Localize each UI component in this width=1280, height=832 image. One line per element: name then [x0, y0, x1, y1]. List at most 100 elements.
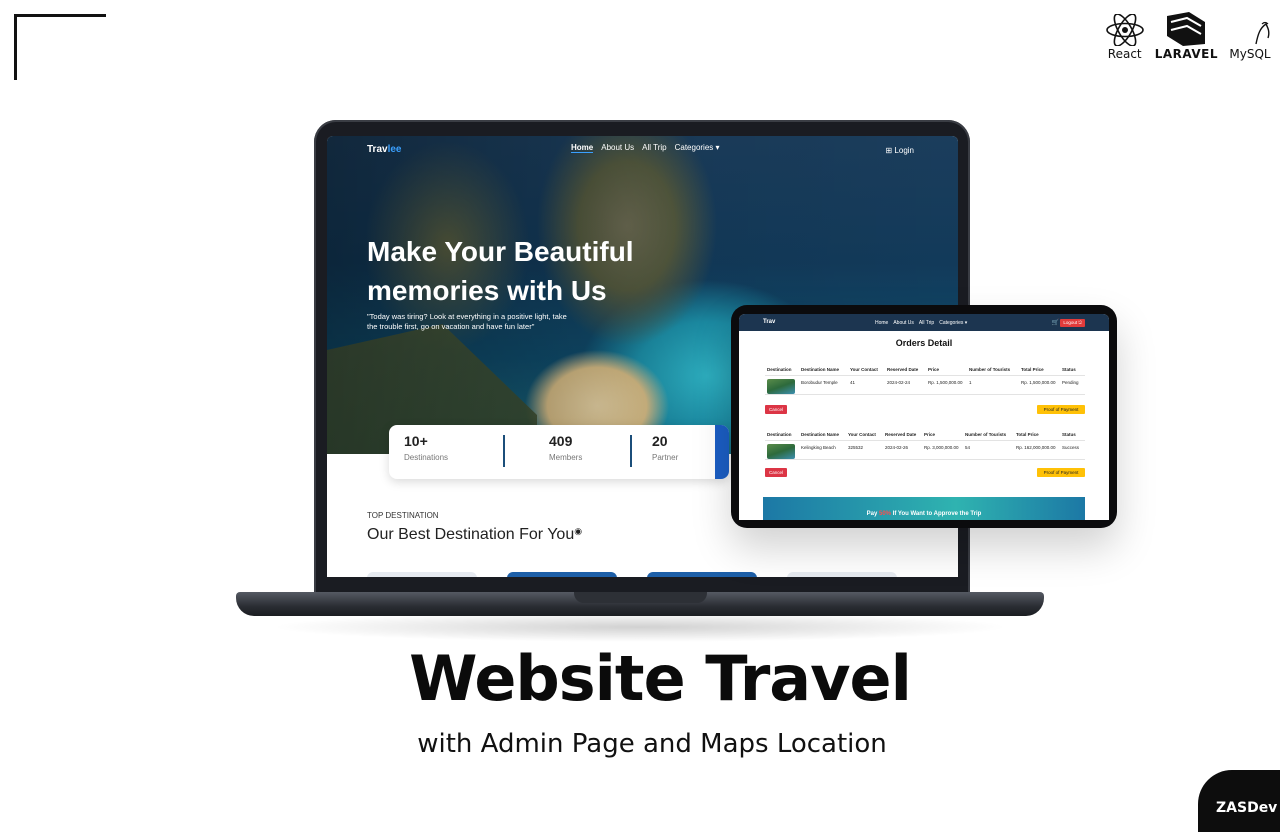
- site-navbar: Travlee Home About Us All Trip Categorie…: [327, 136, 958, 166]
- cell: Rp. 3,000,000.00: [924, 445, 959, 450]
- tablet-navbar: Trav Home About Us All Trip Categories ▾…: [739, 314, 1109, 331]
- nav-all-trip[interactable]: All Trip: [642, 143, 666, 153]
- payment-banner-text: Pay 50% If You Want to Approve the Trip: [763, 511, 1085, 517]
- tablet-nav-home[interactable]: Home: [875, 320, 888, 326]
- tablet-nav-all-trip[interactable]: All Trip: [919, 320, 934, 326]
- col-header: Reserved Date: [885, 432, 917, 437]
- cell: 1: [969, 380, 972, 385]
- proof-of-payment-button[interactable]: Proof of Payment: [1037, 468, 1085, 477]
- corner-bracket: [14, 14, 106, 80]
- promo-page: React LARAVEL MySQL Travlee Home About U…: [0, 0, 1280, 832]
- fingerprint-icon: ◉: [574, 526, 583, 536]
- col-header: Status: [1062, 367, 1076, 372]
- stat-divider: [503, 435, 505, 467]
- best-destination-text: Our Best Destination For You: [367, 526, 575, 543]
- payment-banner: Pay 50% If You Want to Approve the Trip: [763, 497, 1085, 520]
- proof-of-payment-button[interactable]: Proof of Payment: [1037, 405, 1085, 414]
- stat-destinations: 10+ Destinations: [404, 433, 448, 462]
- stats-card: 10+ Destinations 409 Members 20 Partner: [389, 425, 729, 479]
- stat-value: 409: [549, 433, 573, 449]
- col-header: Number of Tourists: [969, 367, 1011, 372]
- stat-members: 409 Members: [549, 433, 582, 462]
- stats-accent: [715, 425, 729, 479]
- stat-caption: Partner: [652, 453, 679, 462]
- cell: Kelingking Beach: [801, 445, 836, 450]
- col-header: Destination Name: [801, 367, 840, 372]
- cell: Rp. 162,000,000.00: [1016, 445, 1056, 450]
- card-peek[interactable]: [787, 572, 897, 577]
- pay-percent: 50%: [878, 511, 891, 517]
- tablet-screen: Trav Home About Us All Trip Categories ▾…: [739, 314, 1109, 520]
- stat-caption: Destinations: [404, 453, 449, 462]
- col-header: Reserved Date: [887, 367, 919, 372]
- tablet-nav-links: Home About Us All Trip Categories ▾: [875, 320, 967, 326]
- hero-title: Make Your Beautiful memories with Us: [367, 236, 634, 306]
- stat-caption: Members: [549, 453, 583, 462]
- card-peek[interactable]: [507, 572, 617, 577]
- destination-thumbnail: [767, 444, 795, 459]
- nav-home[interactable]: Home: [571, 143, 594, 153]
- nav-links: Home About Us All Trip Categories ▾: [571, 143, 720, 153]
- status-cell: Success: [1062, 445, 1080, 450]
- brand-badge-text: ZASDev: [1216, 800, 1278, 816]
- table-header: Destination Destination Name Your Contac…: [765, 365, 1085, 375]
- col-header: Status: [1062, 432, 1076, 437]
- cell: Rp. 1,500,000.00: [928, 380, 963, 385]
- nav-about[interactable]: About Us: [601, 143, 634, 153]
- tablet-brand[interactable]: Trav: [763, 319, 775, 325]
- cell: 54: [965, 445, 971, 450]
- cancel-button[interactable]: Cancel: [765, 468, 787, 477]
- react-icon: [1105, 14, 1144, 46]
- col-header: Total Price: [1016, 432, 1039, 437]
- cell: 2024-02-24: [887, 380, 911, 385]
- cell: Rp. 1,500,000.00: [1021, 380, 1056, 385]
- card-peek[interactable]: [367, 572, 477, 577]
- tablet-nav-categories[interactable]: Categories ▾: [939, 320, 967, 326]
- tablet-nav-about[interactable]: About Us: [893, 320, 914, 326]
- cell: 41: [850, 380, 856, 385]
- nav-categories[interactable]: Categories ▾: [675, 143, 720, 153]
- table-row: Kelingking Beach 325532 2024-02-26 Rp. 3…: [765, 440, 1085, 460]
- laptop-shadow: [270, 612, 1010, 642]
- laptop-notch: [574, 592, 707, 603]
- laravel-label: LARAVEL: [1154, 47, 1218, 61]
- mysql-label: MySQL: [1229, 47, 1271, 61]
- cell: 325532: [848, 445, 864, 450]
- table-row: Borobudur Temple 41 2024-02-24 Rp. 1,500…: [765, 375, 1085, 395]
- cancel-button[interactable]: Cancel: [765, 405, 787, 414]
- stat-value: 20: [652, 433, 668, 449]
- col-header: Total Price: [1021, 367, 1044, 372]
- mysql-logo: MySQL: [1228, 20, 1272, 61]
- card-peek[interactable]: [647, 572, 757, 577]
- react-label: React: [1107, 47, 1142, 61]
- tech-stack: React LARAVEL MySQL: [1105, 12, 1272, 61]
- brand-accent: lee: [387, 144, 402, 155]
- stat-value: 10+: [404, 433, 428, 449]
- site-brand[interactable]: Travlee: [367, 144, 401, 155]
- order-table-2: Destination Destination Name Your Contac…: [765, 430, 1085, 460]
- status-cell: Pending: [1062, 380, 1079, 385]
- col-header: Price: [924, 432, 936, 437]
- col-header: Destination: [767, 367, 792, 372]
- mysql-icon: [1255, 21, 1270, 45]
- destination-cards-peek: [367, 572, 897, 577]
- logout-button[interactable]: Logout ⎋: [1060, 319, 1085, 327]
- col-header: Destination Name: [801, 432, 840, 437]
- col-header: Price: [928, 367, 940, 372]
- col-header: Number of Tourists: [965, 432, 1007, 437]
- top-destination-label: TOP DESTINATION: [367, 511, 439, 520]
- table-header: Destination Destination Name Your Contac…: [765, 430, 1085, 440]
- pay-post: If You Want to Approve the Trip: [891, 511, 982, 517]
- hero-quote: "Today was tiring? Look at everything in…: [367, 312, 567, 331]
- col-header: Destination: [767, 432, 792, 437]
- col-header: Your Contact: [850, 367, 878, 372]
- react-logo: React: [1105, 14, 1145, 61]
- cell: Borobudur Temple: [801, 380, 838, 385]
- brand-main: Trav: [367, 144, 388, 155]
- stat-partner: 20 Partner: [652, 433, 678, 462]
- laravel-logo: LARAVEL: [1155, 12, 1218, 61]
- login-button[interactable]: ⊞ Login: [886, 146, 915, 155]
- cart-icon[interactable]: 🛒: [1052, 319, 1059, 326]
- stat-divider: [630, 435, 632, 467]
- best-destination-heading: Our Best Destination For You◉: [367, 526, 582, 544]
